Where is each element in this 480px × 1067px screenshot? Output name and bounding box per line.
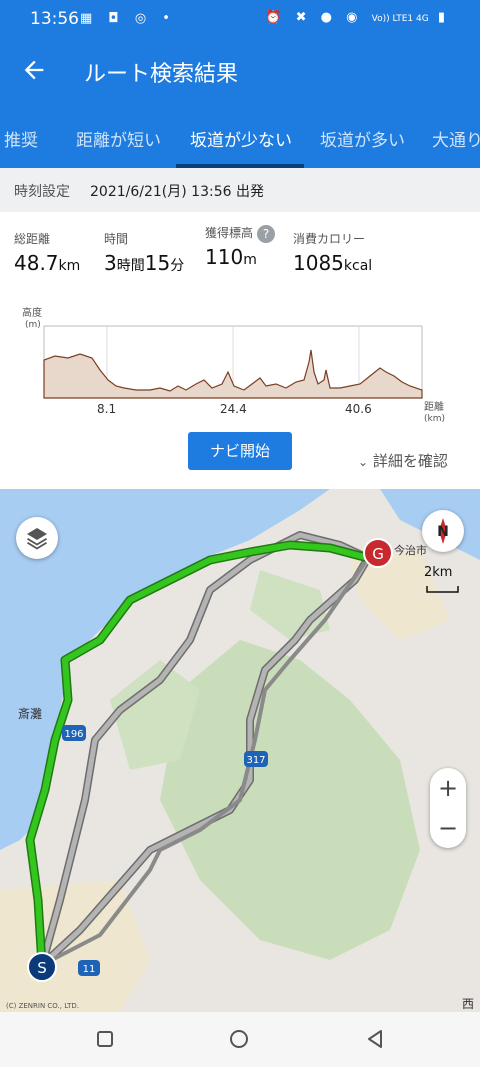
zoom-out-button[interactable]: − bbox=[430, 808, 466, 848]
calories-label: 消費カロリー bbox=[293, 232, 366, 246]
route-shield-label: 11 bbox=[83, 964, 96, 975]
stat-distance: 総距離 48.7km bbox=[14, 230, 80, 275]
back-icon[interactable] bbox=[366, 1029, 384, 1049]
route-shield-11: 11 bbox=[78, 960, 100, 976]
elevation-label: 獲得標高 bbox=[205, 226, 254, 240]
duration-hours: 3 bbox=[104, 251, 117, 275]
distance-unit: km bbox=[58, 258, 81, 274]
calories-unit: kcal bbox=[343, 258, 373, 274]
distance-value: 48.7 bbox=[14, 251, 59, 275]
help-icon[interactable]: ? bbox=[257, 224, 276, 243]
network-indicator: Vo)) LTE1 4G bbox=[371, 14, 429, 24]
stat-duration: 時間 3時間15分 bbox=[104, 230, 184, 275]
start-navigation-button[interactable]: ナビ開始 bbox=[188, 432, 292, 470]
route-shield-317: 317 bbox=[244, 751, 268, 767]
tab-fewer-slopes[interactable]: 坂道が少ない bbox=[190, 126, 292, 151]
start-marker-label: S bbox=[37, 959, 47, 977]
layers-button[interactable] bbox=[16, 517, 58, 559]
map-canvas[interactable]: 196 317 11 今治市 斎灘 西 S G (C) ZENRIN CO., … bbox=[0, 489, 480, 1012]
profile-x-tick: 8.1 bbox=[97, 402, 116, 416]
mountain-area bbox=[160, 640, 420, 960]
route-shield-label: 317 bbox=[246, 755, 265, 766]
zoom-control: + − bbox=[430, 768, 466, 848]
start-marker[interactable]: S bbox=[27, 952, 57, 982]
details-link[interactable]: ⌄ 詳細を確認 bbox=[358, 450, 448, 471]
compass-icon: N bbox=[437, 518, 449, 544]
system-icons: ⏰ ✖ ● ◉ Vo)) LTE1 4G ▮ bbox=[265, 10, 450, 25]
route-shield-196: 196 bbox=[62, 725, 86, 741]
stat-calories: 消費カロリー 1085kcal bbox=[293, 230, 372, 275]
profile-y-label: 高度 bbox=[22, 306, 42, 319]
time-setting-value[interactable]: 2021/6/21(月) 13:56 出発 bbox=[90, 181, 264, 201]
goal-marker[interactable]: G bbox=[363, 538, 393, 568]
profile-y-unit: (m) bbox=[25, 320, 41, 330]
time-setting-bar[interactable]: 時刻設定 2021/6/21(月) 13:56 出発 bbox=[0, 168, 480, 212]
chevron-down-icon: ⌄ bbox=[358, 455, 369, 469]
system-nav-bar bbox=[0, 1012, 480, 1067]
layers-icon bbox=[27, 528, 47, 550]
elevation-profile-chart: 高度 (m) 8.1 24.4 40.6 距離 (km) bbox=[22, 306, 445, 424]
duration-label: 時間 bbox=[104, 232, 129, 246]
status-time: 13:56 bbox=[30, 9, 79, 29]
tab-more-slopes[interactable]: 坂道が多い bbox=[320, 126, 405, 151]
duration-hours-unit: 時間 bbox=[116, 258, 145, 274]
scale-label: 2km bbox=[424, 565, 453, 580]
elevation-unit: m bbox=[243, 251, 257, 268]
elevation-value: 110 bbox=[205, 244, 244, 269]
place-label: 西 bbox=[462, 997, 474, 1011]
route-stats: 総距離 48.7km 時間 3時間15分 獲得標高? 110m 消費カロリー 1… bbox=[0, 212, 480, 287]
stat-elevation: 獲得標高? 110m bbox=[205, 224, 276, 269]
tab-main-roads[interactable]: 大通り bbox=[432, 126, 480, 151]
compass-button[interactable]: N bbox=[422, 510, 464, 552]
details-label: 詳細を確認 bbox=[372, 452, 448, 470]
duration-minutes-unit: 分 bbox=[170, 258, 185, 274]
home-icon[interactable] bbox=[229, 1029, 249, 1049]
calories-value: 1085 bbox=[293, 251, 344, 275]
zoom-in-button[interactable]: + bbox=[430, 768, 466, 808]
recents-icon[interactable] bbox=[96, 1030, 114, 1048]
back-arrow-icon[interactable] bbox=[20, 56, 48, 84]
profile-x-tick: 40.6 bbox=[345, 402, 372, 416]
profile-x-label: 距離 bbox=[424, 400, 444, 413]
profile-x-tick: 24.4 bbox=[220, 402, 247, 416]
status-bar: 13:56 ▦ ◘ ◎ • ⏰ ✖ ● ◉ Vo)) LTE1 4G ▮ bbox=[0, 0, 480, 38]
route-shield-label: 196 bbox=[64, 729, 83, 740]
app-bar: ルート検索結果 bbox=[0, 38, 480, 106]
compass-label: N bbox=[437, 524, 449, 540]
tab-shortest[interactable]: 距離が短い bbox=[76, 126, 161, 151]
profile-x-unit: (km) bbox=[424, 414, 445, 424]
tab-recommended[interactable]: 推奨 bbox=[4, 126, 38, 151]
time-setting-label: 時刻設定 bbox=[14, 184, 70, 200]
place-label: 斎灘 bbox=[18, 706, 42, 721]
goal-marker-label: G bbox=[372, 545, 384, 563]
page-title: ルート検索結果 bbox=[84, 62, 239, 87]
map-copyright: (C) ZENRIN CO., LTD. bbox=[6, 1002, 79, 1010]
route-map[interactable]: 196 317 11 今治市 斎灘 西 S G (C) ZENRIN CO., … bbox=[0, 489, 480, 1012]
distance-label: 総距離 bbox=[14, 232, 51, 246]
duration-minutes: 15 bbox=[144, 251, 171, 275]
route-type-tabs: 推奨 距離が短い 坂道が少ない 坂道が多い 大通り bbox=[0, 106, 480, 168]
notification-icons: ▦ ◘ ◎ • bbox=[80, 11, 176, 26]
